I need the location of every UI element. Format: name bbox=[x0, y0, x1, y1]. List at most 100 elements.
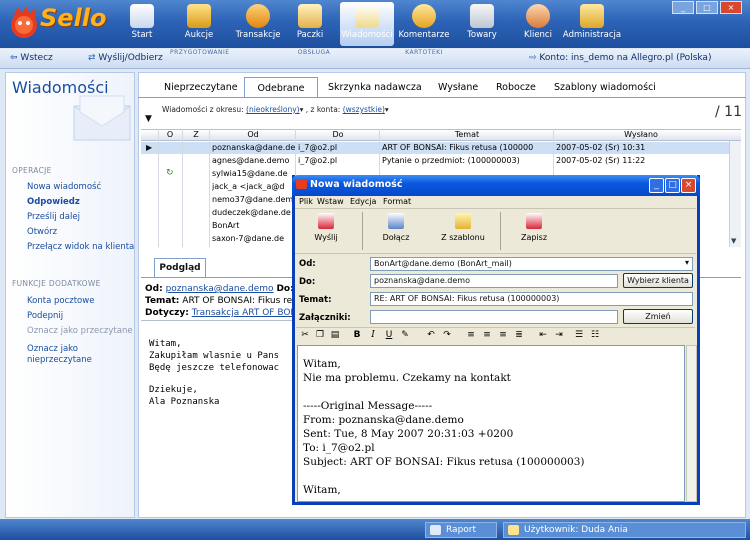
undo-icon[interactable]: ↶ bbox=[424, 329, 438, 342]
collapse-arrow-icon[interactable]: ▼ bbox=[145, 114, 152, 124]
send-receive-icon: ⇄ bbox=[88, 53, 96, 63]
maximize-window-icon[interactable]: □ bbox=[696, 1, 718, 14]
tab-templates[interactable]: Szablony wiadomości bbox=[546, 80, 664, 98]
row-from: agnes@dane.demo bbox=[212, 156, 290, 165]
to-label: Do: bbox=[299, 277, 316, 287]
account-dropdown[interactable]: (wszystkie) bbox=[343, 105, 385, 114]
column-header-sent[interactable]: Wysłano bbox=[554, 130, 728, 139]
dialog-maximize-icon[interactable]: □ bbox=[665, 178, 680, 193]
nav-transakcje[interactable]: Transakcje bbox=[232, 2, 284, 46]
mail-app-icon bbox=[296, 179, 307, 189]
underline-icon[interactable]: U bbox=[382, 329, 396, 342]
nav-komentarze[interactable]: Komentarze bbox=[398, 2, 450, 46]
change-button[interactable]: Zmień bbox=[623, 309, 693, 324]
dialog-minimize-icon[interactable]: _ bbox=[649, 178, 664, 193]
row-from: sylwia15@dane.de bbox=[212, 169, 288, 178]
attach-button[interactable]: Dołącz bbox=[374, 211, 418, 251]
forward-link[interactable]: Prześlij dalej bbox=[27, 212, 80, 222]
tab-sent[interactable]: Wysłane bbox=[430, 80, 486, 98]
color-icon[interactable]: ✎ bbox=[398, 329, 412, 342]
column-header-to[interactable]: Do bbox=[296, 130, 380, 139]
justify-icon[interactable]: ≣ bbox=[512, 329, 526, 342]
subject-field[interactable]: RE: ART OF BONSAI: Fikus retusa (1000000… bbox=[370, 292, 693, 306]
bullet-list-icon[interactable]: ☷ bbox=[588, 329, 602, 342]
report-button[interactable]: Raport bbox=[425, 522, 497, 538]
numbered-list-icon[interactable]: ☰ bbox=[572, 329, 586, 342]
send-receive-button[interactable]: ⇄ Wyślij/Odbierz bbox=[88, 53, 163, 63]
comments-icon bbox=[412, 4, 436, 28]
indent-icon[interactable]: ⇥ bbox=[552, 329, 566, 342]
cut-icon[interactable]: ✂ bbox=[298, 329, 312, 342]
column-header-subject[interactable]: Temat bbox=[380, 130, 554, 139]
mark-unread-link[interactable]: Oznacz jako nieprzeczytane bbox=[27, 344, 92, 366]
save-icon bbox=[526, 213, 542, 229]
editor-scrollbar[interactable] bbox=[686, 345, 697, 502]
column-divider bbox=[182, 129, 183, 247]
nav-klienci[interactable]: Klienci bbox=[516, 2, 560, 46]
menu-file[interactable]: Plik bbox=[299, 197, 313, 206]
attachments-field[interactable] bbox=[370, 310, 618, 324]
choose-client-button[interactable]: Wybierz klienta bbox=[623, 273, 693, 288]
save-button[interactable]: Zapisz bbox=[512, 211, 556, 251]
menu-edit[interactable]: Edycja bbox=[350, 197, 376, 206]
reply-link[interactable]: Odpowiedz bbox=[27, 197, 80, 207]
nav-wiadomosci[interactable]: Wiadomości bbox=[340, 2, 394, 46]
redo-icon[interactable]: ↷ bbox=[440, 329, 454, 342]
bold-icon[interactable]: B bbox=[350, 329, 364, 342]
arrow-left-icon: ⇦ bbox=[10, 53, 18, 63]
from-template-button[interactable]: Z szablonu bbox=[436, 211, 490, 251]
scroll-down-icon[interactable]: ▼ bbox=[731, 237, 736, 245]
menu-insert[interactable]: Wstaw bbox=[317, 197, 344, 206]
align-center-icon[interactable]: ≡ bbox=[480, 329, 494, 342]
nav-towary[interactable]: Towary bbox=[460, 2, 504, 46]
goods-icon bbox=[470, 4, 494, 28]
switch-client-view-link[interactable]: Przełącz widok na klienta bbox=[27, 242, 134, 252]
tab-outbox[interactable]: Skrzynka nadawcza bbox=[320, 80, 430, 98]
menu-format[interactable]: Format bbox=[383, 197, 411, 206]
copy-icon[interactable]: ❐ bbox=[313, 329, 327, 342]
tab-preview[interactable]: Podgląd bbox=[154, 258, 206, 278]
nav-aukcje[interactable]: Aukcje bbox=[174, 2, 224, 46]
align-left-icon[interactable]: ≡ bbox=[464, 329, 478, 342]
paste-icon[interactable]: ▤ bbox=[328, 329, 342, 342]
italic-icon[interactable]: I bbox=[366, 329, 380, 342]
from-select[interactable]: BonArt@dane.demo (BonArt_mail) ▾ bbox=[370, 257, 693, 271]
outdent-icon[interactable]: ⇤ bbox=[536, 329, 550, 342]
attach-link[interactable]: Podepnij bbox=[27, 311, 63, 321]
mark-read-link[interactable]: Oznacz jako przeczytane bbox=[27, 326, 133, 336]
preview-subject: Temat: ART OF BONSAI: Fikus retu bbox=[145, 296, 302, 306]
preview-body-line: Będę jeszcze telefonowac bbox=[149, 363, 280, 373]
tab-unread[interactable]: Nieprzeczytane bbox=[156, 80, 246, 98]
arrow-right-icon: ⇨ bbox=[529, 53, 537, 63]
tab-received[interactable]: Odebrane bbox=[244, 77, 318, 98]
minimize-window-icon[interactable]: _ bbox=[672, 1, 694, 14]
send-icon bbox=[318, 213, 334, 229]
column-header-from[interactable]: Od bbox=[210, 130, 296, 139]
send-button[interactable]: Wyślij bbox=[304, 211, 348, 251]
to-field[interactable]: poznanska@dane.demo bbox=[370, 274, 618, 288]
open-link[interactable]: Otwórz bbox=[27, 227, 57, 237]
align-right-icon[interactable]: ≡ bbox=[496, 329, 510, 342]
column-header-o[interactable]: O bbox=[160, 130, 180, 139]
nav-administracja[interactable]: Administracja bbox=[562, 2, 622, 46]
nav-paczki[interactable]: Paczki bbox=[288, 2, 332, 46]
dialog-close-icon[interactable]: × bbox=[681, 178, 696, 193]
period-dropdown[interactable]: (nieokreślony) bbox=[246, 105, 300, 114]
nav-start[interactable]: Start bbox=[120, 2, 164, 46]
column-header-z[interactable]: Z bbox=[184, 130, 208, 139]
mail-accounts-link[interactable]: Konta pocztowe bbox=[27, 296, 94, 306]
table-scrollbar[interactable] bbox=[729, 141, 741, 247]
message-count: / 11 bbox=[715, 104, 742, 120]
close-window-icon[interactable]: × bbox=[720, 1, 742, 14]
back-button[interactable]: ⇦ Wstecz bbox=[10, 53, 53, 63]
new-message-link[interactable]: Nowa wiadomość bbox=[27, 182, 101, 192]
clients-icon bbox=[526, 4, 550, 28]
toolbar-separator bbox=[362, 212, 363, 250]
preview-body-line: Ala Poznanska bbox=[149, 397, 220, 407]
tab-drafts[interactable]: Robocze bbox=[488, 80, 544, 98]
column-divider bbox=[209, 129, 210, 247]
row-from: jack_a <jack_a@d bbox=[212, 182, 285, 191]
report-icon bbox=[430, 525, 441, 535]
home-icon bbox=[130, 4, 154, 28]
sello-logo-text: Sello bbox=[40, 4, 107, 32]
